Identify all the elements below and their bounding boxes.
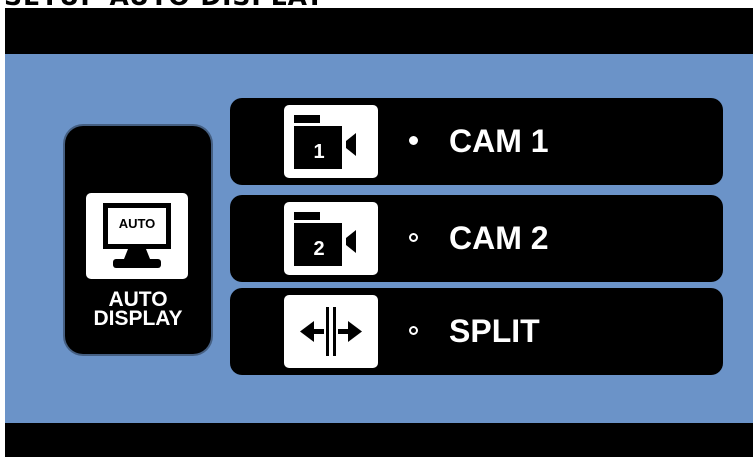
radio-split[interactable] (409, 326, 418, 335)
monitor-auto-icon: AUTO (86, 193, 188, 279)
split-screen-icon (284, 295, 378, 368)
option-label-cam-1: CAM 1 (449, 123, 549, 159)
monitor-icon-text: AUTO (118, 216, 156, 231)
option-cam-1[interactable]: 1 CAM 1 (230, 98, 723, 185)
radio-cam-1[interactable] (409, 136, 418, 145)
camera-2-number: 2 (313, 238, 324, 260)
auto-display-button[interactable]: AUTO AUTO DISPLAY (65, 126, 211, 354)
option-cam-2[interactable]: 2 CAM 2 (230, 195, 723, 282)
camera-1-icon: 1 (284, 105, 378, 178)
auto-label-line2: DISPLAY (93, 307, 183, 330)
radio-cam-2[interactable] (409, 233, 418, 242)
bottom-bar (5, 423, 753, 457)
option-label-cam-2: CAM 2 (449, 220, 549, 256)
option-label-split: SPLIT (449, 313, 540, 349)
camera-1-number: 1 (313, 141, 324, 163)
top-bar (5, 8, 753, 54)
camera-2-icon: 2 (284, 202, 378, 275)
page-title: SETUP AUTO DISPLAY (4, 0, 325, 9)
option-split[interactable]: SPLIT (230, 288, 723, 375)
auto-display-label: AUTO DISPLAY (65, 289, 211, 330)
